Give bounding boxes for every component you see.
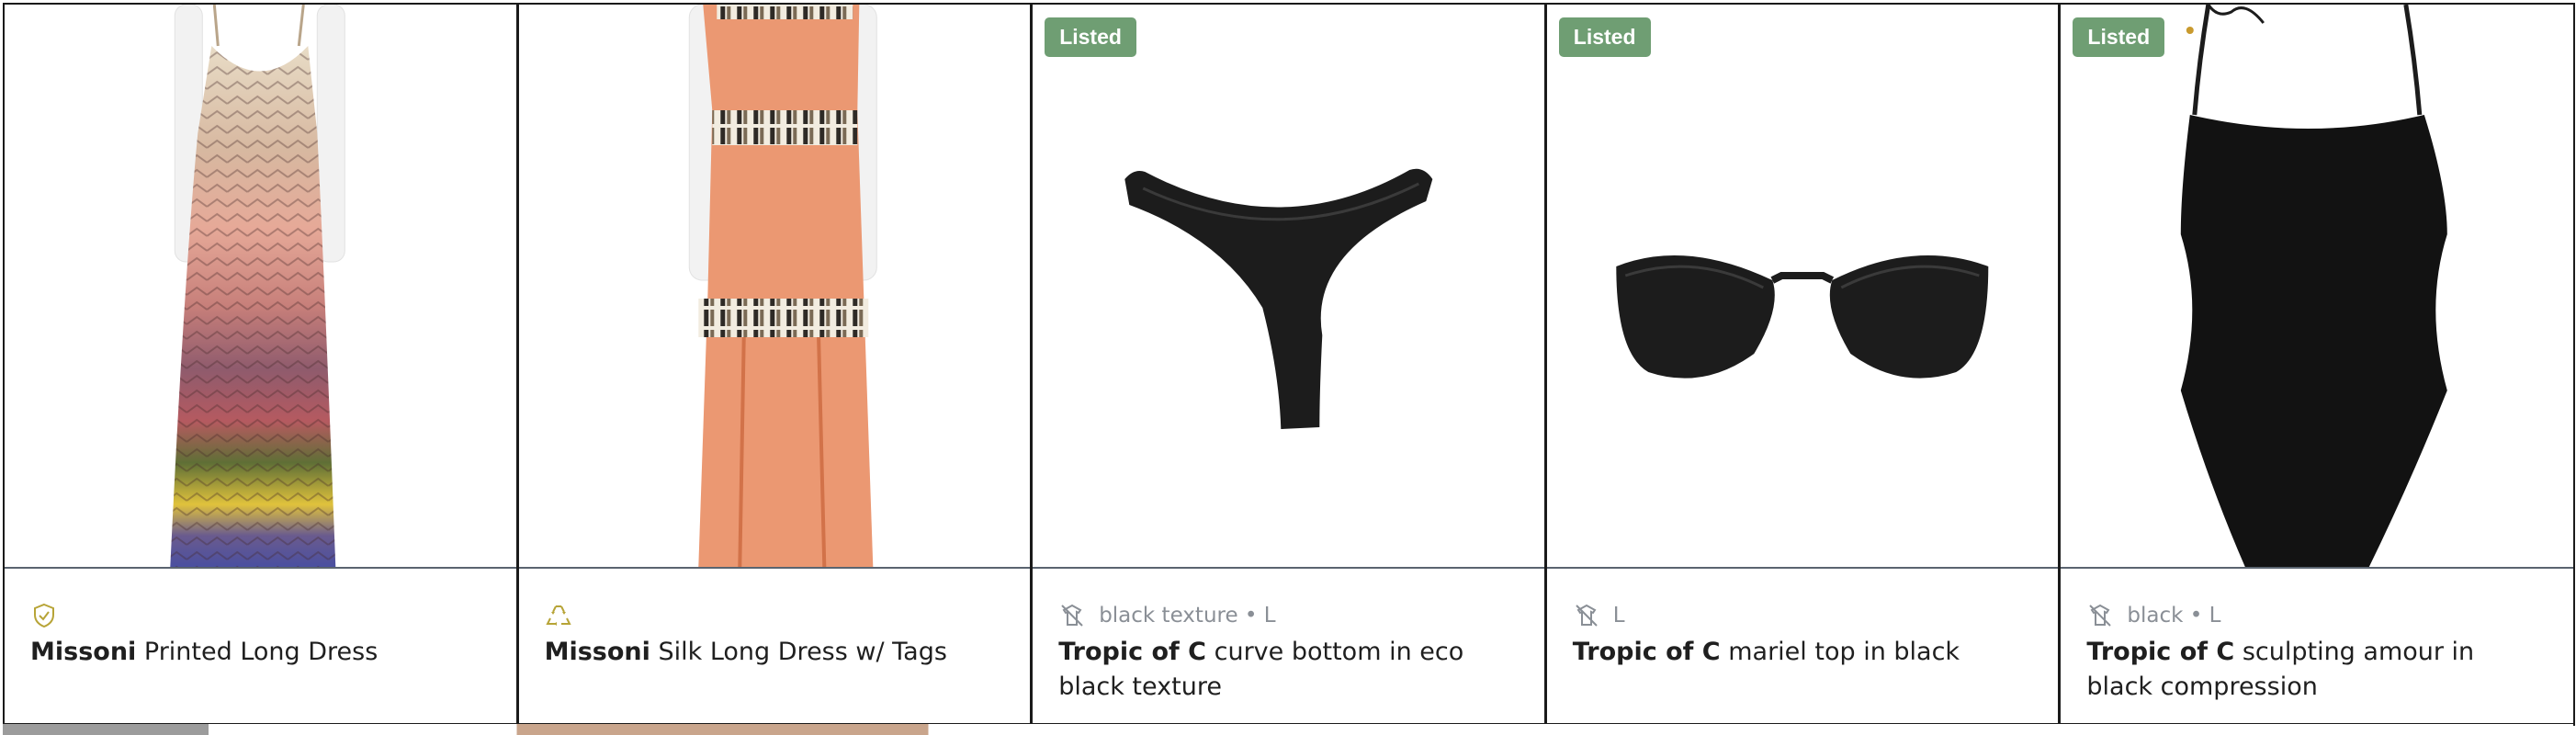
- product-card[interactable]: Listed black • L Tropic of C sculpting a…: [2061, 5, 2575, 726]
- product-title[interactable]: Missoni Silk Long Dress w/ Tags: [545, 635, 976, 670]
- product-grid: Missoni Printed Long Dress Missoni Silk …: [3, 3, 2575, 726]
- product-image[interactable]: [2061, 5, 2573, 569]
- brand-name: Tropic of C: [1058, 638, 1207, 666]
- product-name: mariel top in black: [1728, 638, 1960, 666]
- product-info: black • L Tropic of C sculpting amour in…: [2061, 569, 2573, 723]
- product-meta: L: [1573, 602, 1625, 629]
- product-image[interactable]: [5, 5, 516, 569]
- product-image[interactable]: [1033, 5, 1544, 569]
- bikini-top-image: [1547, 5, 2059, 567]
- listed-badge: Listed: [1045, 17, 1136, 57]
- meta-text: black texture • L: [1099, 604, 1276, 628]
- dress-image: [5, 5, 516, 567]
- swimsuit-image: [2062, 5, 2573, 567]
- meta-text: L: [1612, 604, 1625, 628]
- product-meta: black • L: [2086, 602, 2220, 629]
- no-hanger-icon: [2089, 604, 2112, 627]
- no-hanger-icon: [1576, 604, 1598, 627]
- product-info: L Tropic of C mariel top in black: [1547, 569, 2059, 723]
- product-meta: black texture • L: [1058, 602, 1276, 629]
- product-name: Silk Long Dress w/ Tags: [658, 638, 947, 666]
- bikini-bottom-image: [1033, 5, 1544, 567]
- product-meta: [545, 602, 585, 629]
- product-card[interactable]: Missoni Silk Long Dress w/ Tags: [518, 5, 1034, 726]
- dress-image: [518, 5, 1030, 567]
- product-meta: [30, 602, 71, 629]
- product-title[interactable]: Tropic of C curve bottom in eco black te…: [1058, 635, 1489, 705]
- shield-check-icon: [34, 603, 54, 628]
- product-card[interactable]: Listed black texture • L Tropic of C cur…: [1033, 5, 1547, 726]
- product-card[interactable]: Listed L Tropic of C mariel top in black: [1546, 5, 2062, 726]
- product-info: black texture • L Tropic of C curve bott…: [1033, 569, 1544, 723]
- product-title[interactable]: Missoni Printed Long Dress: [30, 635, 461, 670]
- product-image[interactable]: [518, 5, 1031, 569]
- next-row-peek: [3, 724, 2573, 735]
- brand-name: Tropic of C: [2086, 638, 2235, 666]
- product-title[interactable]: Tropic of C mariel top in black: [1573, 635, 2004, 670]
- brand-name: Missoni: [544, 638, 650, 666]
- recycle-icon: [545, 605, 571, 626]
- product-title[interactable]: Tropic of C sculpting amour in black com…: [2086, 635, 2518, 705]
- product-info: Missoni Printed Long Dress: [5, 569, 516, 723]
- product-name: Printed Long Dress: [143, 638, 378, 666]
- brand-name: Missoni: [30, 638, 137, 666]
- brand-name: Tropic of C: [1572, 638, 1721, 666]
- listed-badge: Listed: [2073, 17, 2165, 57]
- listed-badge: Listed: [1558, 17, 1651, 57]
- product-card[interactable]: Missoni Printed Long Dress: [5, 5, 519, 726]
- product-image[interactable]: [1546, 5, 2059, 569]
- no-hanger-icon: [1061, 604, 1083, 627]
- meta-text: black • L: [2127, 604, 2221, 628]
- product-info: Missoni Silk Long Dress w/ Tags: [519, 569, 1031, 723]
